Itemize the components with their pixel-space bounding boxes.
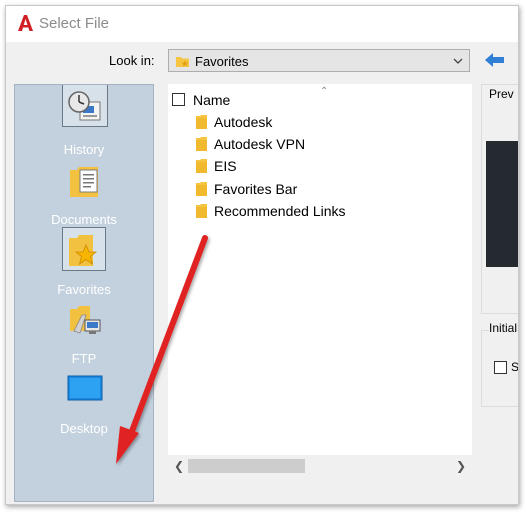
folder-icon	[196, 137, 207, 151]
name-column-header[interactable]: Name	[193, 92, 230, 108]
place-label: History	[63, 142, 105, 157]
history-icon	[68, 91, 101, 121]
item-name: EIS	[214, 158, 237, 174]
autocad-a-icon	[18, 15, 33, 31]
window-title: Select File	[39, 15, 110, 32]
preview-image	[486, 141, 518, 267]
folder-icon	[196, 115, 207, 129]
place-label: Documents	[51, 212, 117, 227]
item-name: Recommended Links	[214, 203, 346, 219]
scrollbar-thumb[interactable]	[188, 459, 305, 473]
item-name: Autodesk VPN	[214, 136, 306, 152]
places-sidebar: History Documents Favorites FTP Desktop	[14, 84, 154, 502]
select-file-dialog: Select File Look in: Favorites History D…	[5, 5, 519, 505]
item-name: Favorites Bar	[214, 181, 298, 197]
place-label: FTP	[71, 351, 97, 366]
chevron-down-icon	[453, 58, 463, 64]
look-in-dropdown[interactable]: Favorites	[168, 49, 470, 72]
preview-label: Prev	[489, 87, 514, 101]
select-all-checkbox[interactable]	[172, 93, 185, 106]
ftp-icon	[70, 306, 101, 334]
folder-icon	[196, 204, 207, 218]
initial-view-checkbox-label: S	[511, 360, 519, 374]
initial-view-label: Initial	[489, 321, 518, 335]
initial-view-checkbox[interactable]	[494, 361, 507, 374]
back-arrow-icon[interactable]	[485, 52, 505, 68]
look-in-value: Favorites	[195, 54, 249, 69]
documents-icon	[70, 167, 98, 197]
sort-ascending-icon: ⌃	[320, 86, 329, 97]
look-in-label: Look in:	[109, 53, 155, 68]
folder-icon	[196, 182, 207, 196]
item-name: Autodesk	[214, 114, 273, 130]
folder-icon	[196, 159, 207, 173]
scroll-right-icon[interactable]: ❯	[456, 459, 466, 473]
title-bar: Select File	[6, 6, 518, 42]
scroll-left-icon[interactable]: ❮	[174, 459, 184, 473]
place-label: Desktop	[60, 421, 108, 436]
place-label: Favorites	[57, 282, 111, 297]
favorites-folder-icon	[176, 57, 189, 67]
favorites-icon	[69, 235, 98, 266]
horizontal-scrollbar[interactable]: ❮ ❯	[168, 455, 472, 477]
desktop-icon	[67, 375, 103, 401]
file-list[interactable]: ⌃ Name Autodesk Autodesk VPN EIS Favorit…	[168, 84, 472, 477]
